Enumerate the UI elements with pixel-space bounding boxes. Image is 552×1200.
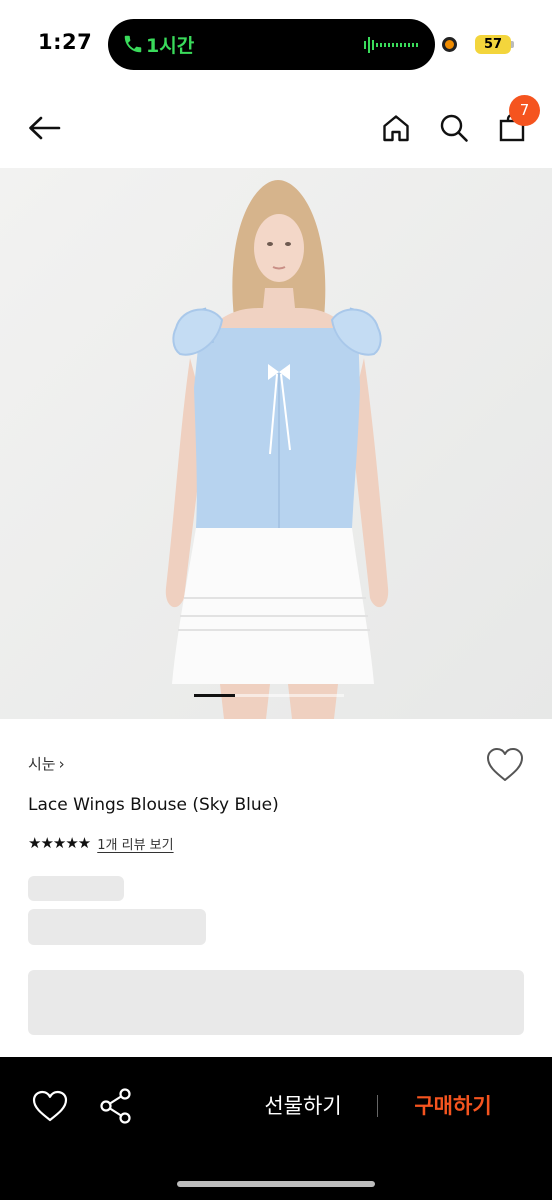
star-rating-icon: ★★★★★: [28, 834, 91, 852]
call-duration: 1시간: [146, 35, 195, 57]
review-link[interactable]: 1개 리뷰 보기: [97, 834, 173, 853]
chevron-right-icon: ›: [58, 755, 65, 773]
top-nav-header: 7: [0, 88, 552, 168]
status-time: 1:27: [38, 30, 93, 54]
waveform-icon: [364, 37, 418, 53]
battery-icon: 57: [475, 35, 511, 54]
price-skeleton: [28, 909, 206, 945]
carousel-pager-active: [194, 694, 235, 697]
dynamic-island[interactable]: 1시간: [108, 19, 435, 70]
brand-link[interactable]: 시눈 ›: [28, 753, 65, 774]
price-skeleton-small: [28, 876, 124, 901]
product-image-carousel[interactable]: [0, 168, 552, 719]
cart-count-badge: 7: [509, 95, 540, 126]
divider: [377, 1095, 378, 1117]
product-title: Lace Wings Blouse (Sky Blue): [28, 795, 279, 815]
share-icon[interactable]: [96, 1086, 136, 1126]
info-skeleton-block: [28, 970, 524, 1035]
rating-row: ★★★★★ 1개 리뷰 보기: [28, 833, 174, 853]
heart-outline-icon[interactable]: [30, 1088, 70, 1124]
back-arrow-icon: [29, 116, 61, 140]
back-button[interactable]: [22, 106, 66, 150]
gift-button[interactable]: 선물하기: [244, 1086, 362, 1126]
home-indicator[interactable]: [177, 1181, 375, 1187]
brand-name: 시눈: [28, 755, 56, 773]
recording-dot-icon: [442, 37, 457, 52]
status-bar: 1:27 1시간 57: [0, 0, 552, 88]
home-button[interactable]: [374, 106, 418, 150]
product-photo: [0, 168, 552, 719]
carousel-pager: [194, 694, 344, 697]
search-button[interactable]: [432, 106, 476, 150]
battery-tip: [511, 41, 514, 48]
bottom-action-bar: 선물하기 구매하기: [0, 1057, 552, 1200]
search-icon: [440, 114, 468, 142]
phone-icon: [124, 35, 142, 53]
buy-button[interactable]: 구매하기: [394, 1086, 512, 1126]
home-icon: [383, 115, 409, 142]
wishlist-heart-icon[interactable]: [484, 745, 526, 785]
